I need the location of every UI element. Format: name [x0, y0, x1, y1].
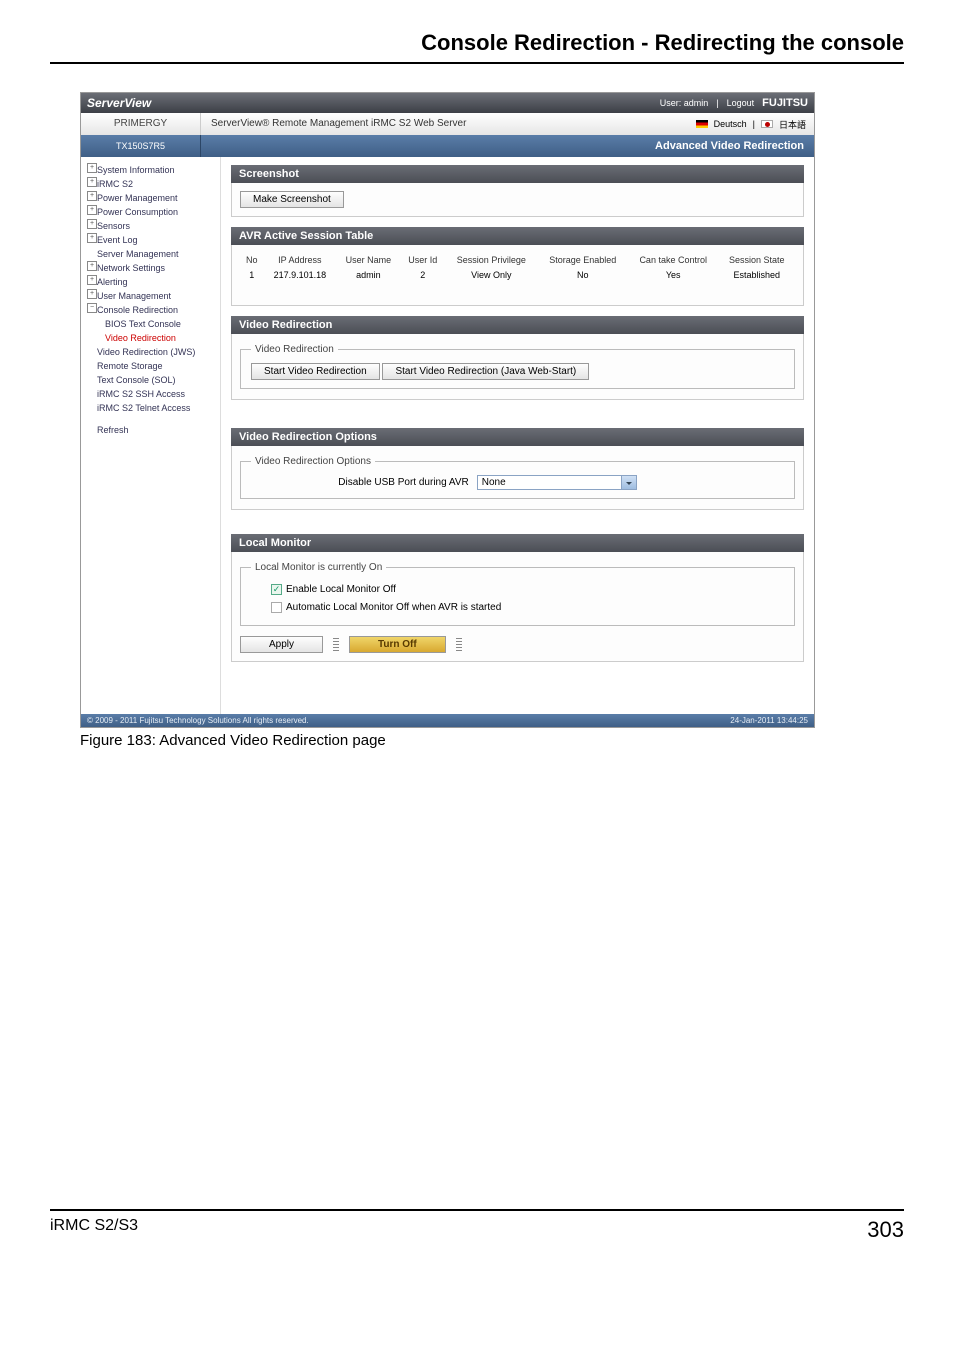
local-monitor-fieldset: Local Monitor is currently On ✓ Enable Lo… [240, 562, 795, 626]
app-footer: © 2009 - 2011 Fujitsu Technology Solutio… [81, 714, 814, 727]
auto-local-monitor-off-checkbox[interactable]: ✓ [271, 602, 282, 613]
sidebar-item-video-redirection-jws[interactable]: Video Redirection (JWS) [87, 345, 216, 359]
subtitle-label: ServerView® Remote Management iRMC S2 We… [201, 113, 696, 135]
start-video-redirection-button[interactable]: Start Video Redirection [251, 363, 380, 380]
page-section-title: Advanced Video Redirection [201, 135, 814, 157]
panel-title-video-redirection: Video Redirection [231, 316, 804, 334]
col-userid: User Id [401, 253, 445, 267]
lang-de-link[interactable]: Deutsch [714, 119, 747, 129]
make-screenshot-button[interactable]: Make Screenshot [240, 191, 344, 208]
page-title: Console Redirection - Redirecting the co… [50, 30, 904, 64]
user-label: User: admin [660, 98, 709, 108]
turn-off-button[interactable]: Turn Off [349, 636, 446, 653]
cell-state: Established [719, 267, 795, 283]
resize-grip-icon[interactable] [456, 638, 462, 652]
panel-title-avr-sessions: AVR Active Session Table [231, 227, 804, 245]
sidebar-item-event-log[interactable]: Event Log [87, 233, 216, 247]
sidebar-item-power-management[interactable]: Power Management [87, 191, 216, 205]
video-redirection-fieldset: Video Redirection Start Video Redirectio… [240, 344, 795, 389]
lang-jp-link[interactable]: 日本語 [779, 118, 806, 131]
sidebar-item-user-management[interactable]: User Management [87, 289, 216, 303]
header-row: PRIMERGY ServerView® Remote Management i… [81, 113, 814, 135]
page-footer: iRMC S2/S3 303 [50, 1209, 904, 1243]
table-row: 1 217.9.101.18 admin 2 View Only No Yes … [240, 267, 795, 283]
panel-title-local-monitor: Local Monitor [231, 534, 804, 552]
sidebar-item-alerting[interactable]: Alerting [87, 275, 216, 289]
fieldset-legend: Video Redirection [251, 344, 338, 355]
start-video-redirection-jws-button[interactable]: Start Video Redirection (Java Web-Start) [382, 363, 589, 380]
sidebar-item-text-console-sol[interactable]: Text Console (SOL) [87, 373, 216, 387]
screenshot-figure: ServerView User: admin | Logout FUJITSU … [80, 92, 815, 728]
checkbox-label: Automatic Local Monitor Off when AVR is … [286, 602, 501, 613]
serverview-logo: ServerView [87, 96, 151, 110]
panel-title-video-redirection-options: Video Redirection Options [231, 428, 804, 446]
brand-label: FUJITSU [762, 97, 808, 109]
col-control: Can take Control [628, 253, 719, 267]
cell-username: admin [336, 267, 400, 283]
fieldset-legend: Video Redirection Options [251, 456, 375, 467]
col-storage: Storage Enabled [538, 253, 628, 267]
fieldset-legend: Local Monitor is currently On [251, 562, 386, 573]
disable-usb-label: Disable USB Port during AVR [338, 477, 468, 488]
cell-control: Yes [628, 267, 719, 283]
sidebar-item-power-consumption[interactable]: Power Consumption [87, 205, 216, 219]
german-flag-icon [696, 120, 708, 128]
sidebar-item-system-information[interactable]: System Information [87, 163, 216, 177]
col-privilege: Session Privilege [445, 253, 538, 267]
col-state: Session State [719, 253, 795, 267]
cell-storage: No [538, 267, 628, 283]
cell-ip: 217.9.101.18 [263, 267, 336, 283]
footer-left: iRMC S2/S3 [50, 1217, 138, 1243]
sidebar-item-video-redirection[interactable]: Video Redirection [87, 331, 216, 345]
logout-link[interactable]: Logout [727, 98, 755, 108]
sidebar-item-ssh-access[interactable]: iRMC S2 SSH Access [87, 387, 216, 401]
timestamp-text: 24-Jan-2011 13:44:25 [730, 716, 808, 725]
sidebar-nav: System Information iRMC S2 Power Managem… [81, 157, 221, 714]
sidebar-item-telnet-access[interactable]: iRMC S2 Telnet Access [87, 401, 216, 415]
product-label: PRIMERGY [81, 113, 201, 135]
figure-caption: Figure 183: Advanced Video Redirection p… [80, 732, 904, 749]
context-bar: TX150S7R5 Advanced Video Redirection [81, 135, 814, 157]
sidebar-item-bios-text-console[interactable]: BIOS Text Console [87, 317, 216, 331]
sidebar-item-server-management[interactable]: Server Management [87, 247, 216, 261]
col-ip: IP Address [263, 253, 336, 267]
col-username: User Name [336, 253, 400, 267]
divider: | [716, 98, 718, 108]
enable-local-monitor-off-checkbox[interactable]: ✓ [271, 584, 282, 595]
sidebar-item-console-redirection[interactable]: Console Redirection [87, 303, 216, 317]
sidebar-item-remote-storage[interactable]: Remote Storage [87, 359, 216, 373]
sidebar-item-refresh[interactable]: Refresh [87, 423, 216, 437]
footer-right: 303 [867, 1217, 904, 1243]
resize-grip-icon[interactable] [333, 638, 339, 652]
cell-no: 1 [240, 267, 263, 283]
sidebar-item-sensors[interactable]: Sensors [87, 219, 216, 233]
server-name: TX150S7R5 [81, 135, 201, 157]
divider: | [753, 119, 755, 129]
apply-button[interactable]: Apply [240, 636, 323, 653]
panel-title-screenshot: Screenshot [231, 165, 804, 183]
topbar: ServerView User: admin | Logout FUJITSU [81, 93, 814, 113]
checkbox-label: Enable Local Monitor Off [286, 584, 396, 595]
cell-userid: 2 [401, 267, 445, 283]
cell-privilege: View Only [445, 267, 538, 283]
sidebar-item-irmc-s2[interactable]: iRMC S2 [87, 177, 216, 191]
disable-usb-select[interactable]: None [477, 475, 637, 490]
sidebar-item-network-settings[interactable]: Network Settings [87, 261, 216, 275]
copyright-text: © 2009 - 2011 Fujitsu Technology Solutio… [87, 716, 309, 725]
avr-session-table: No IP Address User Name User Id Session … [240, 253, 795, 283]
col-no: No [240, 253, 263, 267]
video-redirection-options-fieldset: Video Redirection Options Disable USB Po… [240, 456, 795, 499]
japan-flag-icon [761, 120, 773, 128]
